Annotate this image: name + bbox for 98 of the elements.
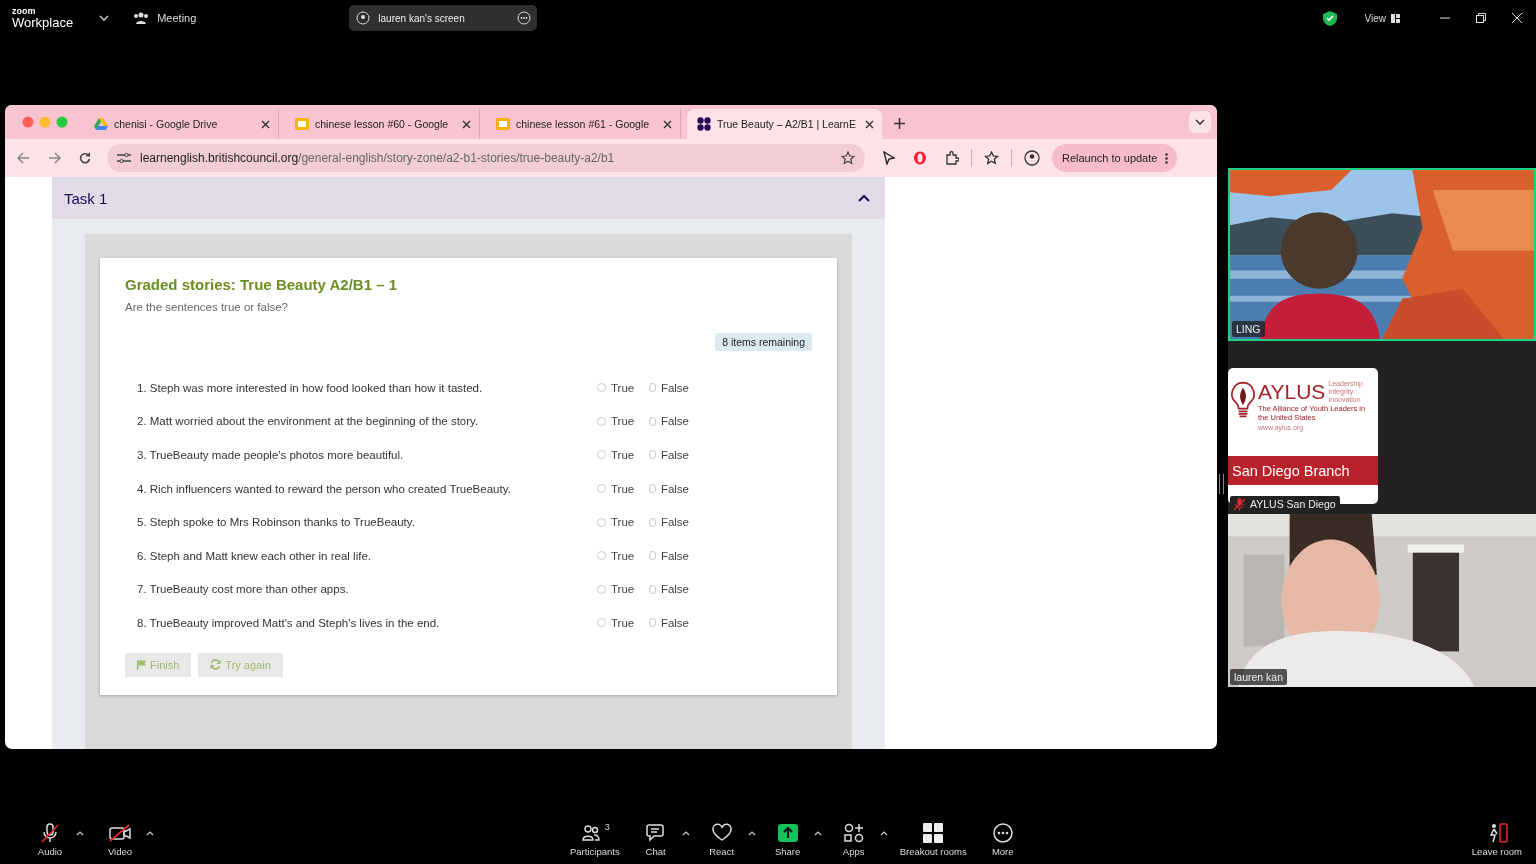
slides-icon <box>496 118 510 130</box>
tab-search-button[interactable] <box>1189 111 1211 133</box>
question-text: 2. Matt worried about the environment at the beginning of the story. <box>137 415 480 428</box>
question-text: 5. Steph spoke to Mrs Robinson thanks to TrueBeauty. <box>137 516 416 529</box>
more-icon <box>1165 152 1169 164</box>
radio-option[interactable]: False <box>649 449 689 461</box>
sliders-icon[interactable] <box>117 152 131 164</box>
participant-tile[interactable]: LING <box>1228 168 1536 341</box>
toolbar-button[interactable]: React <box>697 821 746 859</box>
participant-name: lauren kan <box>1230 669 1288 685</box>
heart-icon <box>710 823 733 843</box>
reload-icon[interactable] <box>79 152 91 164</box>
screen-share-indicator[interactable]: lauren kan's screen <box>349 5 538 31</box>
radio-option[interactable]: False <box>649 516 689 529</box>
radio-option[interactable]: True <box>597 583 637 596</box>
caret-icon[interactable] <box>146 831 154 836</box>
participant-tile[interactable]: lauren kan <box>1228 514 1536 687</box>
participant-name: AYLUS San Diego <box>1230 496 1340 513</box>
address-bar[interactable]: learnenglish.britishcouncil.org/general-english/story-zone/a2-b1-stories/true-beauty-a2/b1 <box>107 144 865 172</box>
new-tab-icon[interactable] <box>894 118 905 129</box>
profile-icon[interactable] <box>1024 150 1040 166</box>
lightbulb-icon <box>1230 379 1256 420</box>
browser-tab[interactable]: True Beauty – A2/B1 | LearnE <box>687 109 882 139</box>
remaining-badge: 8 items remaining <box>715 333 812 351</box>
flag-icon <box>137 659 146 670</box>
radio-option[interactable]: False <box>649 415 689 428</box>
radio-option[interactable]: False <box>649 583 689 596</box>
app-logo: zoom Workplace <box>12 7 74 29</box>
radio-option[interactable]: False <box>649 482 689 495</box>
caret-icon[interactable] <box>747 831 756 836</box>
toolbar-button[interactable]: Audio <box>26 821 74 859</box>
drive-icon <box>94 118 108 130</box>
toolbar-button[interactable]: Leave room <box>1467 821 1526 859</box>
question-text: 1. Steph was more interested in how food looked than how it tasted. <box>137 381 484 394</box>
apps-icon <box>842 823 865 843</box>
caret-icon[interactable] <box>813 831 822 836</box>
forward-icon[interactable] <box>48 152 61 164</box>
radio-option[interactable]: True <box>597 616 637 629</box>
more-icon[interactable] <box>517 11 532 25</box>
radio-option[interactable]: True <box>597 381 637 394</box>
bookmarks-icon[interactable] <box>984 151 999 165</box>
caret-icon[interactable] <box>76 831 84 836</box>
layout-icon <box>1391 13 1400 23</box>
close-icon[interactable] <box>462 119 471 129</box>
restore-icon[interactable] <box>1476 13 1486 23</box>
question-text: 7. TrueBeauty cost more than other apps. <box>137 583 350 596</box>
radio-option[interactable]: True <box>597 516 637 529</box>
view-button[interactable]: View <box>1358 11 1406 25</box>
relaunch-button[interactable]: Relaunch to update <box>1052 144 1178 172</box>
task-title: Task 1 <box>64 189 108 207</box>
opera-icon[interactable] <box>913 151 927 165</box>
caret-icon <box>1195 119 1205 125</box>
caret-icon[interactable] <box>99 15 110 21</box>
toolbar-button[interactable]: More <box>978 821 1027 859</box>
question-text: 6. Steph and Matt knew each other in real life. <box>137 549 372 562</box>
toolbar-button[interactable]: Share <box>763 821 812 859</box>
question-text: 4. Rich influencers wanted to reward the person who created TrueBeauty. <box>137 482 512 495</box>
close-icon[interactable] <box>663 119 672 129</box>
radio-option[interactable]: True <box>597 449 637 461</box>
caret-icon[interactable] <box>879 831 888 836</box>
close-icon[interactable] <box>865 119 874 129</box>
collapse-icon[interactable] <box>858 194 870 202</box>
toolbar-button[interactable]: Chat <box>631 821 680 859</box>
toolbar-button[interactable]: Video <box>96 821 144 859</box>
back-icon[interactable] <box>17 152 30 164</box>
question-text: 3. TrueBeauty made people's photos more beautiful. <box>137 449 405 461</box>
dots-icon <box>697 117 711 131</box>
shield-icon[interactable] <box>1322 10 1337 26</box>
people-icon <box>133 11 150 25</box>
grid-icon <box>922 823 945 843</box>
logo-brand: AYLUS <box>1258 380 1326 403</box>
caret-icon[interactable] <box>681 831 690 836</box>
quiz-title: Graded stories: True Beauty A2/B1 – 1 <box>125 276 399 293</box>
branch-banner: San Diego Branch <box>1228 455 1378 485</box>
cursor-icon[interactable] <box>883 151 895 165</box>
chat-icon <box>644 823 667 843</box>
radio-option[interactable]: True <box>597 415 637 428</box>
participant-name: LING <box>1232 321 1265 337</box>
user-icon <box>356 11 371 25</box>
star-icon[interactable] <box>841 151 855 165</box>
close-icon[interactable] <box>261 119 270 129</box>
slides-icon <box>295 118 309 130</box>
people-icon <box>579 823 602 843</box>
more-icon <box>991 823 1014 843</box>
radio-option[interactable]: False <box>649 549 689 562</box>
share-icon <box>776 823 799 843</box>
meeting-button[interactable]: Meeting <box>129 9 201 27</box>
extensions-icon[interactable] <box>945 151 959 165</box>
toolbar-button[interactable]: Breakout rooms <box>895 821 971 859</box>
question-text: 8. TrueBeauty improved Matt's and Steph's lives in the end. <box>137 616 441 629</box>
radio-option[interactable]: True <box>597 482 637 495</box>
radio-option[interactable]: True <box>597 549 637 562</box>
radio-option[interactable]: False <box>649 616 689 629</box>
task-header[interactable]: Task 1 <box>52 177 885 219</box>
quiz-instruction: Are the sentences true or false? <box>125 301 289 313</box>
refresh-icon <box>210 659 222 671</box>
toolbar-button[interactable]: Apps <box>829 821 878 859</box>
radio-option[interactable]: False <box>649 381 689 394</box>
